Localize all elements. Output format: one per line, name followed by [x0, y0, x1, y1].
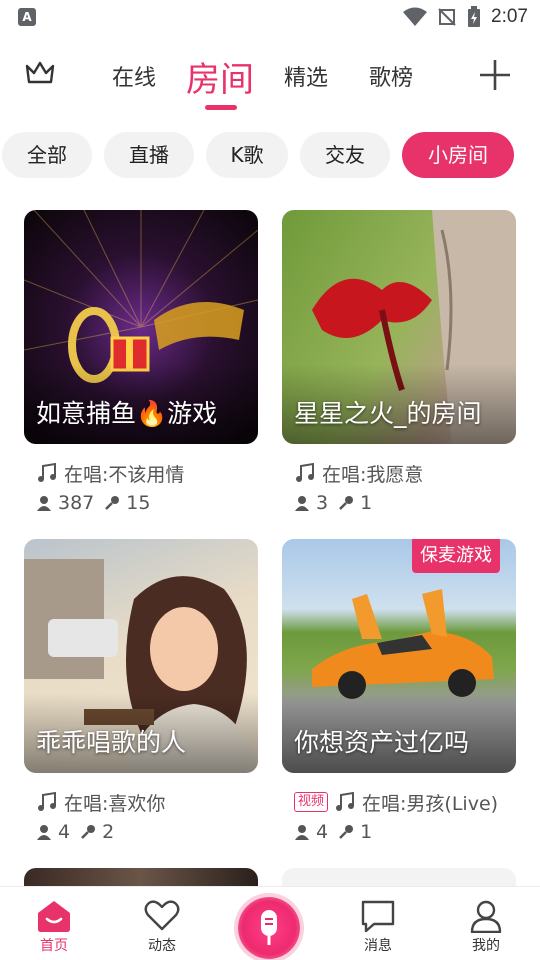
- filter-chips: 全部 直播 K歌 交友 小房间: [0, 132, 540, 180]
- mic-small-icon: [338, 495, 354, 511]
- tab-rooms[interactable]: 房间: [186, 52, 254, 101]
- user-icon: [294, 824, 310, 840]
- song-name: 我愿意: [366, 463, 424, 486]
- music-note-icon: [36, 791, 58, 813]
- bottom-nav: 首页 动态 消息 我的: [0, 886, 540, 960]
- tab-online[interactable]: 在线: [112, 60, 156, 92]
- filter-all[interactable]: 全部: [2, 132, 92, 178]
- room-meta: 视频 在唱: 男孩(Live) 4 1: [282, 787, 516, 847]
- mic-count: 1: [360, 492, 373, 514]
- song-name: 男孩(Live): [406, 792, 499, 815]
- nav-home[interactable]: 首页: [24, 899, 84, 955]
- song-name: 不该用情: [108, 463, 185, 486]
- room-title: 乖乖唱歌的人: [36, 728, 187, 757]
- tab-charts[interactable]: 歌榜: [369, 60, 413, 92]
- nav-messages[interactable]: 消息: [348, 899, 408, 955]
- nav-messages-label: 消息: [364, 938, 392, 954]
- status-icons: 2:07: [403, 6, 528, 28]
- room-title: 星星之火_的房间: [294, 399, 482, 428]
- user-count: 3: [316, 492, 329, 514]
- music-note-icon: [36, 462, 58, 484]
- room-card[interactable]: 如意捕鱼🔥游戏 在唱: 不该用情 387 15: [24, 210, 258, 518]
- user-icon: [36, 824, 52, 840]
- mic-count: 1: [360, 821, 373, 843]
- music-note-icon: [294, 462, 316, 484]
- nav-feed-label: 动态: [148, 938, 176, 954]
- mic-small-icon: [80, 824, 96, 840]
- music-note-icon: [334, 791, 356, 813]
- singing-label: 在唱:: [362, 792, 407, 815]
- mic-icon: [261, 910, 277, 945]
- room-card-partial[interactable]: [24, 868, 258, 888]
- mic-small-icon: [104, 495, 120, 511]
- room-meta: 在唱: 不该用情 387 15: [24, 458, 258, 518]
- signal-off-icon: [438, 8, 456, 26]
- room-cover[interactable]: 乖乖唱歌的人: [24, 539, 258, 773]
- status-time: 2:07: [491, 6, 528, 27]
- nav-profile-label: 我的: [472, 938, 500, 954]
- heart-icon: [144, 900, 180, 931]
- home-icon: [38, 901, 70, 932]
- filter-social[interactable]: 交友: [300, 132, 390, 178]
- mic-count: 15: [126, 492, 151, 514]
- room-title: 如意捕鱼🔥游戏: [36, 399, 218, 428]
- user-count: 4: [316, 821, 329, 843]
- nav-profile[interactable]: 我的: [456, 899, 516, 955]
- status-bar: A 2:07: [0, 0, 540, 36]
- profile-icon: [470, 900, 502, 933]
- game-badge: 保麦游戏: [412, 539, 500, 573]
- filter-live[interactable]: 直播: [104, 132, 194, 178]
- room-cover[interactable]: 如意捕鱼🔥游戏: [24, 210, 258, 444]
- mic-count: 2: [102, 821, 115, 843]
- user-count: 387: [58, 492, 95, 514]
- video-tag: 视频: [294, 792, 329, 812]
- top-nav: 在线 房间 精选 歌榜: [0, 46, 540, 110]
- user-icon: [294, 495, 310, 511]
- mic-button[interactable]: [238, 897, 300, 959]
- room-cover[interactable]: 星星之火_的房间: [282, 210, 516, 444]
- user-count: 4: [58, 821, 71, 843]
- room-card[interactable]: 乖乖唱歌的人 在唱: 喜欢你 4 2: [24, 539, 258, 847]
- battery-charging-icon: [468, 6, 481, 27]
- message-icon: [361, 900, 395, 933]
- wifi-icon: [403, 7, 428, 26]
- filter-small-room[interactable]: 小房间: [402, 132, 514, 178]
- singing-label: 在唱:: [322, 463, 367, 486]
- active-tab-indicator: [205, 105, 237, 110]
- song-name: 喜欢你: [108, 792, 166, 815]
- mic-small-icon: [338, 824, 354, 840]
- room-title: 你想资产过亿吗: [294, 728, 470, 757]
- nav-home-label: 首页: [40, 938, 68, 954]
- room-cover[interactable]: 保麦游戏 你想资产过亿吗: [282, 539, 516, 773]
- crown-icon[interactable]: [24, 58, 56, 86]
- room-card[interactable]: 星星之火_的房间 在唱: 我愿意 3 1: [282, 210, 516, 518]
- room-meta: 在唱: 我愿意 3 1: [282, 458, 516, 518]
- tab-featured[interactable]: 精选: [284, 60, 328, 92]
- room-meta: 在唱: 喜欢你 4 2: [24, 787, 258, 847]
- singing-label: 在唱:: [64, 463, 109, 486]
- room-card-partial[interactable]: [282, 868, 516, 888]
- plus-icon[interactable]: [478, 58, 512, 92]
- notification-indicator: A: [18, 8, 36, 26]
- filter-karaoke[interactable]: K歌: [206, 132, 288, 178]
- room-card[interactable]: 保麦游戏 你想资产过亿吗 视频 在唱: 男孩(Live) 4 1: [282, 539, 516, 847]
- singing-label: 在唱:: [64, 792, 109, 815]
- user-icon: [36, 495, 52, 511]
- nav-feed[interactable]: 动态: [132, 899, 192, 955]
